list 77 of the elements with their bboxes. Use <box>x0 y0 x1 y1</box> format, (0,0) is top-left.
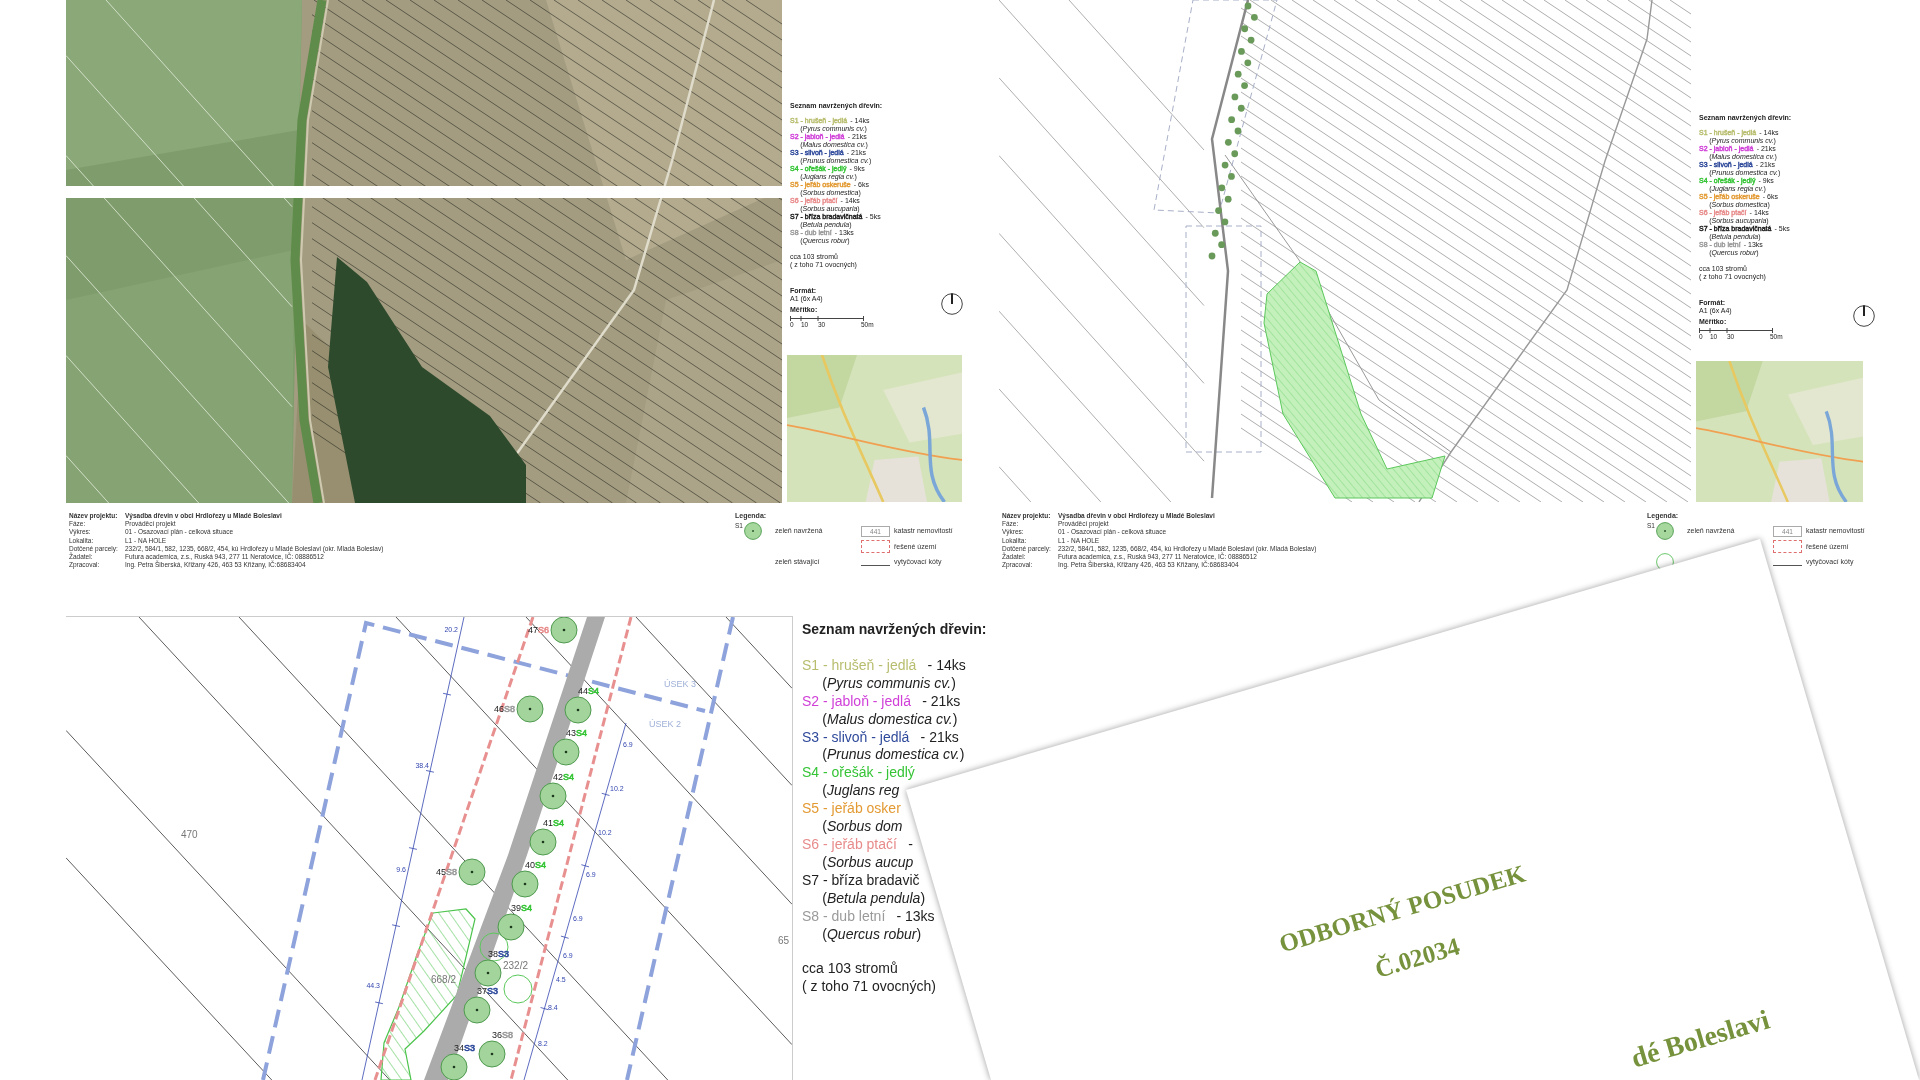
species-count: - 13ks <box>896 907 935 926</box>
species-count: - 14ks <box>927 656 966 675</box>
dimension-line-icon <box>1773 565 1802 566</box>
latin-name: (Malus domestica cv.) <box>822 710 958 727</box>
tree-icon <box>550 617 578 644</box>
species-name: S8 - dub letní <box>802 907 886 926</box>
tree-icon <box>552 738 580 766</box>
tree-number: 43 <box>566 728 576 738</box>
tree-number: 44 <box>578 686 588 696</box>
dimension-line-icon <box>861 565 890 566</box>
area-boundary-icon <box>1773 540 1802 553</box>
species-count: - <box>908 835 913 854</box>
tree-number: 38 <box>488 949 498 959</box>
parcel-number: 668/2 <box>431 974 457 985</box>
latin-name: (Pyrus communis cv.) <box>822 674 956 691</box>
tree-number: 37 <box>477 986 487 996</box>
tree-number: 36 <box>492 1030 502 1040</box>
latin-name: (Juglans reg <box>822 782 900 799</box>
species-code: S3 <box>487 986 498 996</box>
parcel-number: 232/2 <box>503 960 529 971</box>
tree-icon <box>478 1040 506 1068</box>
tree-icon <box>497 913 525 941</box>
latin-name: (Sorbus aucup <box>822 853 914 870</box>
species-name: S7 - bříza bradavič <box>802 871 920 890</box>
species-name: S6 - jeřáb ptačí <box>802 835 897 854</box>
species-name: S5 - jeřáb osker <box>802 800 901 819</box>
species-code: S4 <box>521 903 532 913</box>
tree-icon <box>511 870 539 898</box>
tree-number: 41 <box>543 818 553 828</box>
latin-name: (Quercus robur) <box>822 925 922 942</box>
proposed-tree-icon <box>1655 522 1674 540</box>
tree-icon <box>529 828 557 856</box>
species-code: S8 <box>502 1030 513 1040</box>
species-code: S4 <box>576 728 587 738</box>
existing-tree-icon <box>503 974 533 1004</box>
tree-icon <box>539 782 567 810</box>
species-code: S4 <box>553 818 564 828</box>
species-name: S3 - slivoň - jedlá <box>802 728 910 747</box>
area-boundary-icon <box>861 540 890 553</box>
species-code: S8 <box>504 704 515 714</box>
species-code: S4 <box>563 772 574 782</box>
tree-icon <box>516 695 544 723</box>
latin-name: (Prunus domestica cv.) <box>822 746 965 763</box>
tree-number: 42 <box>553 772 563 782</box>
tree-number: 34 <box>454 1043 464 1053</box>
section-label: ÚSEK 3 <box>664 679 696 689</box>
tree-number: 46 <box>494 704 504 714</box>
latin-name: (Betula pendula) <box>822 889 926 906</box>
parcel-number: 470 <box>181 829 198 840</box>
species-name: S1 - hrušeň - jedlá <box>802 656 917 675</box>
species-name: S2 - jabloň - jedlá <box>802 692 911 711</box>
species-list-title: Seznam navržených dřevin: <box>802 621 987 639</box>
tree-count-note: cca 103 stromů <box>802 960 898 977</box>
tree-number: 45 <box>436 867 446 877</box>
parcel-number: 65 <box>778 935 790 946</box>
species-code: S6 <box>538 625 549 635</box>
tree-icon <box>463 996 491 1024</box>
tree-icon <box>564 696 592 724</box>
species-count: - 21ks <box>922 692 961 711</box>
species-name: S4 - ořešák - jedlý <box>802 764 915 783</box>
tree-icon <box>474 959 502 987</box>
latin-name: (Sorbus dom <box>822 818 903 835</box>
species-code: S3 <box>498 949 509 959</box>
proposed-tree-icon <box>743 522 762 540</box>
species-code: S4 <box>588 686 599 696</box>
species-code: S3 <box>464 1043 475 1053</box>
species-code: S4 <box>535 860 546 870</box>
tree-count-note: ( z toho 71 ovocných) <box>802 978 936 995</box>
species-code: S8 <box>446 867 457 877</box>
section-label: ÚSEK 2 <box>649 719 681 729</box>
tree-number: 39 <box>511 903 521 913</box>
existing-tree-icon <box>479 932 509 962</box>
species-count: - 21ks <box>920 728 959 747</box>
tree-icon <box>458 858 486 886</box>
tree-number: 47 <box>528 625 538 635</box>
tree-icon <box>440 1053 468 1080</box>
tree-number: 40 <box>525 860 535 870</box>
